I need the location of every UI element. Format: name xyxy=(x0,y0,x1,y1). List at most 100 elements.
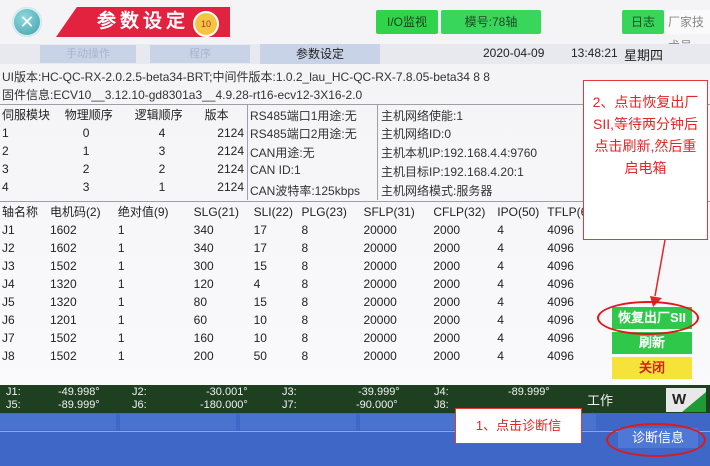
table-row: J8 1502 1 200 50 8 20000 2000 4 4096 xyxy=(0,347,600,365)
table-cell: 8 xyxy=(301,241,309,255)
axis-header-cell: IPO(50) xyxy=(497,205,540,219)
table-cell: 1502 xyxy=(49,349,77,363)
table-cell: 2000 xyxy=(433,331,461,345)
table-cell: 1320 xyxy=(49,277,77,291)
table-cell: 8 xyxy=(301,223,309,237)
table-cell: 8 xyxy=(301,313,309,327)
table-cell: 200 xyxy=(193,349,214,363)
annotation-step-1: 1、点击诊断信 xyxy=(455,408,582,444)
j5-label: J5: xyxy=(6,399,21,411)
table-cell: J4 xyxy=(2,277,15,291)
table-cell: 3 xyxy=(2,162,9,176)
table-cell: 20000 xyxy=(363,331,397,345)
table-cell: 4 xyxy=(497,295,504,309)
table-cell: 1 xyxy=(117,241,125,255)
j2-label: J2: xyxy=(132,386,147,398)
table-cell: 8 xyxy=(301,331,309,345)
table-cell: 1602 xyxy=(49,241,77,255)
table-cell: 4 xyxy=(497,349,504,363)
table-cell: 2124 xyxy=(217,180,244,194)
table-cell: 0 xyxy=(82,126,90,140)
table-cell: 2000 xyxy=(433,313,461,327)
j7-label: J7: xyxy=(282,399,297,411)
divider xyxy=(0,431,710,432)
model-button[interactable]: 模号:78轴 xyxy=(441,10,541,34)
servo-header-cell: 伺服模块 xyxy=(2,108,51,122)
axis-header-cell: 绝对值(9) xyxy=(117,205,169,219)
corner-triangle-icon xyxy=(682,392,706,412)
table-cell: J5 xyxy=(2,295,15,309)
table-cell: 8 xyxy=(301,349,309,363)
table-cell: 2000 xyxy=(433,259,461,273)
table-cell: J6 xyxy=(2,313,15,327)
table-cell: 1502 xyxy=(49,331,77,345)
host-net-id-info: 主机网络ID:0 xyxy=(381,127,452,141)
bottom-slot-1[interactable] xyxy=(0,414,116,430)
axis-header-cell: 电机码(2) xyxy=(49,205,101,219)
table-cell: 1 xyxy=(117,277,125,291)
top-bar: ✕ 参数设定 10 I/O监视 模号:78轴 日志 厂家技术员 xyxy=(0,0,710,53)
table-cell: 10 xyxy=(253,313,267,327)
table-cell: J7 xyxy=(2,331,15,345)
table-cell: 4 xyxy=(253,277,261,291)
host-local-ip-info: 主机本机IP:192.168.4.4:9760 xyxy=(381,146,538,160)
table-cell: 2 xyxy=(82,162,90,176)
table-row: J1 1602 1 340 17 8 20000 2000 4 4096 xyxy=(0,221,600,239)
table-cell: 17 xyxy=(253,241,267,255)
io-monitor-button[interactable]: I/O监视 xyxy=(376,10,438,34)
axis-header-cell: 轴名称 xyxy=(2,205,39,219)
table-cell: 4 xyxy=(497,259,504,273)
table-row: J5 1320 1 80 15 8 20000 2000 4 4096 xyxy=(0,293,600,311)
world-coordinate-button[interactable]: W xyxy=(666,388,706,412)
title-badge: 10 xyxy=(193,11,219,37)
servo-header-row: 伺服模块 物理顺序 逻辑顺序 版本 xyxy=(0,106,246,124)
tab-program[interactable]: 程序 xyxy=(150,45,250,63)
bottom-slot-2[interactable] xyxy=(120,414,236,430)
table-cell: 8 xyxy=(301,295,309,309)
table-cell: 8 xyxy=(301,259,309,273)
divider xyxy=(377,105,378,200)
log-button[interactable]: 日志 xyxy=(622,10,664,34)
table-cell: 1502 xyxy=(49,259,77,273)
divider xyxy=(247,105,248,200)
table-cell: 1 xyxy=(117,259,125,273)
j2-value: -30.001° xyxy=(206,386,248,398)
table-cell: 4 xyxy=(497,277,504,291)
bottom-slot-3[interactable] xyxy=(240,414,356,430)
table-cell: 300 xyxy=(193,259,214,273)
table-cell: 340 xyxy=(193,241,214,255)
refresh-button[interactable]: 刷新 xyxy=(612,332,692,354)
table-cell: 1602 xyxy=(49,223,77,237)
servo-header-cell: 逻辑顺序 xyxy=(134,108,183,122)
table-cell: 1320 xyxy=(49,295,77,309)
table-cell: 4096 xyxy=(547,259,574,273)
j4-value: -89.999° xyxy=(508,386,550,398)
user-role-button[interactable]: 厂家技术员 xyxy=(666,10,710,53)
j4-label: J4: xyxy=(434,386,449,398)
close-button[interactable]: 关闭 xyxy=(612,357,692,379)
table-row: 3 2 2 2124 xyxy=(0,160,246,178)
rs485-port1-info: RS485端口1用途:无 xyxy=(250,109,357,123)
table-cell: 2000 xyxy=(433,241,461,255)
table-row: J6 1201 1 60 10 8 20000 2000 4 4096 xyxy=(0,311,600,329)
can-id-info: CAN ID:1 xyxy=(250,163,301,177)
axis-header-cell: CFLP(32) xyxy=(433,205,486,219)
axis-table: 轴名称 电机码(2) 绝对值(9) SLG(21) SLI(22) PLG(23… xyxy=(0,203,600,365)
servo-header-cell: 物理顺序 xyxy=(64,108,113,122)
annotation-step-2: 2、点击恢复出厂SII,等待两分钟后点击刷新,然后重启电箱 xyxy=(583,80,708,240)
date-display: 2020-04-09 xyxy=(483,46,545,60)
table-cell: 4 xyxy=(497,241,504,255)
table-cell: 1201 xyxy=(49,313,77,327)
table-cell: 1 xyxy=(117,223,125,237)
axis-header-cell: PLG(23) xyxy=(301,205,347,219)
table-cell: 1 xyxy=(2,126,9,140)
j6-label: J6: xyxy=(132,399,147,411)
tab-manual[interactable]: 手动操作 xyxy=(40,45,136,63)
table-row: J4 1320 1 120 4 8 20000 2000 4 4096 xyxy=(0,275,600,293)
table-cell: 1 xyxy=(117,295,125,309)
j1-value: -49.998° xyxy=(58,386,100,398)
table-cell: 160 xyxy=(193,331,214,345)
table-row: 1 0 4 2124 xyxy=(0,124,246,142)
close-icon[interactable]: ✕ xyxy=(12,7,42,37)
table-cell: 60 xyxy=(193,313,208,327)
